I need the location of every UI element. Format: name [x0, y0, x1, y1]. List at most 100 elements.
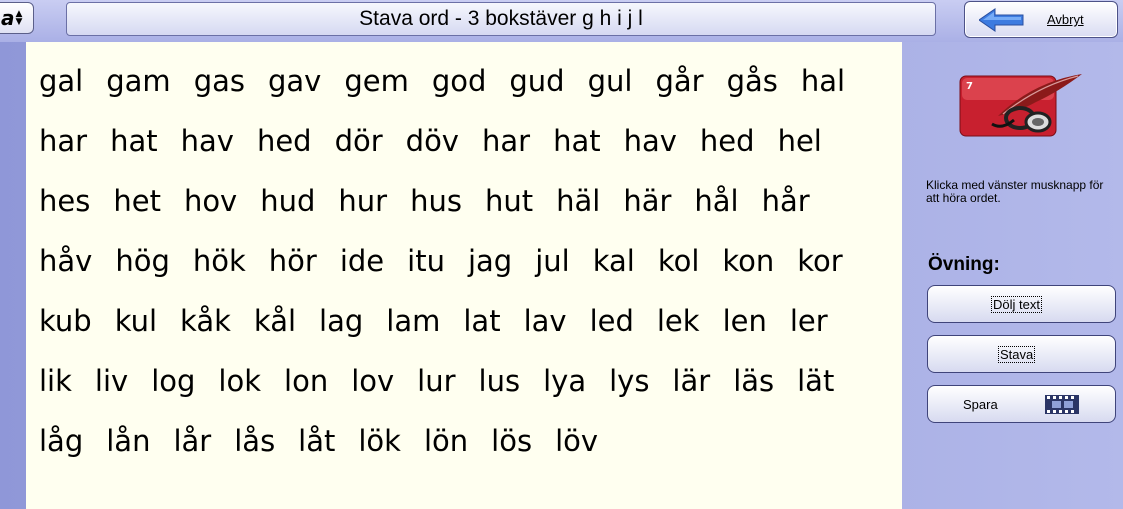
word-item[interactable]: kor [797, 244, 842, 278]
word-row: hes het hov hud hur hus hut häl här hål hår [39, 184, 833, 218]
word-item[interactable]: häl [556, 184, 600, 218]
word-item[interactable]: lur [417, 364, 455, 398]
word-item[interactable]: har [482, 124, 530, 158]
word-item[interactable]: hat [553, 124, 601, 158]
word-item[interactable]: gem [344, 64, 409, 98]
word-item[interactable]: gas [194, 64, 245, 98]
app-logo: 7 [958, 72, 1086, 138]
word-row: har hat hav hed dör döv har hat hav hed hel [39, 124, 845, 158]
word-item[interactable]: kal [593, 244, 635, 278]
word-item[interactable]: gal [39, 64, 83, 98]
word-item[interactable]: lös [491, 424, 532, 458]
word-item[interactable]: jul [535, 244, 570, 278]
word-item[interactable]: lus [479, 364, 521, 398]
word-item[interactable]: hut [485, 184, 533, 218]
word-row: låg lån lår lås låt lök lön lös löv [39, 424, 621, 458]
word-item[interactable]: låt [298, 424, 335, 458]
word-item[interactable]: hök [193, 244, 246, 278]
word-item[interactable]: lya [543, 364, 586, 398]
word-item[interactable]: lån [106, 424, 150, 458]
cancel-label: Avbryt [1047, 12, 1084, 27]
word-item[interactable]: hår [762, 184, 810, 218]
word-item[interactable]: hed [257, 124, 312, 158]
word-item[interactable]: lön [424, 424, 468, 458]
word-item[interactable]: lås [234, 424, 275, 458]
word-item[interactable]: lam [386, 304, 440, 338]
up-down-arrows-icon: ▲ ▼ [15, 9, 23, 27]
word-item[interactable]: lär [672, 364, 710, 398]
word-item[interactable]: itu [407, 244, 445, 278]
word-item[interactable]: liv [95, 364, 128, 398]
word-item[interactable]: lök [358, 424, 401, 458]
word-item[interactable]: hed [700, 124, 755, 158]
word-item[interactable]: lek [657, 304, 700, 338]
word-item[interactable]: gam [106, 64, 170, 98]
hide-text-label: Dölj text [991, 296, 1042, 313]
word-item[interactable]: lår [173, 424, 211, 458]
word-item[interactable]: hav [181, 124, 234, 158]
word-item[interactable]: hör [269, 244, 317, 278]
word-item[interactable]: jag [468, 244, 512, 278]
hide-text-button[interactable]: Dölj text [927, 285, 1116, 323]
spell-label: Stava [997, 346, 1036, 363]
feather-headphones-icon: 7 [959, 74, 1082, 137]
word-item[interactable]: gul [588, 64, 633, 98]
word-item[interactable]: lon [284, 364, 328, 398]
word-item[interactable]: ide [340, 244, 384, 278]
word-item[interactable]: ler [790, 304, 828, 338]
back-arrow-icon [979, 8, 1024, 32]
word-item[interactable]: lik [39, 364, 72, 398]
instruction-text: Klicka med vänster musknapp för att höra… [926, 178, 1104, 205]
word-item[interactable]: led [590, 304, 634, 338]
word-item[interactable]: hel [778, 124, 822, 158]
word-item[interactable]: het [113, 184, 161, 218]
word-item[interactable]: kåk [180, 304, 231, 338]
save-button[interactable]: Spara [927, 385, 1116, 423]
word-item[interactable]: kul [115, 304, 157, 338]
word-item[interactable]: hur [338, 184, 387, 218]
word-item[interactable]: gås [727, 64, 778, 98]
word-item[interactable]: här [623, 184, 671, 218]
word-item[interactable]: lat [463, 304, 500, 338]
word-item[interactable]: kål [254, 304, 296, 338]
top-bar: a ▲ ▼ Stava ord - 3 bokstäver g h i j l A… [0, 0, 1123, 42]
word-item[interactable]: hav [624, 124, 677, 158]
word-row: gal gam gas gav gem god gud gul går gås hal [39, 64, 868, 98]
word-item[interactable]: lav [524, 304, 567, 338]
word-item[interactable]: len [723, 304, 767, 338]
word-item[interactable]: kub [39, 304, 92, 338]
word-item[interactable]: döv [406, 124, 459, 158]
cancel-button[interactable]: Avbryt [964, 1, 1118, 38]
word-item[interactable]: lok [218, 364, 261, 398]
word-item[interactable]: kol [658, 244, 700, 278]
word-item[interactable]: hål [694, 184, 738, 218]
word-item[interactable]: hal [801, 64, 845, 98]
font-letter: a [1, 6, 15, 30]
word-item[interactable]: hov [184, 184, 237, 218]
word-item[interactable]: hes [39, 184, 90, 218]
word-item[interactable]: gav [268, 64, 321, 98]
word-item[interactable]: har [39, 124, 87, 158]
spell-button[interactable]: Stava [927, 335, 1116, 373]
word-item[interactable]: håv [39, 244, 92, 278]
word-item[interactable]: löv [555, 424, 598, 458]
word-item[interactable]: kon [722, 244, 774, 278]
word-item[interactable]: hat [110, 124, 158, 158]
word-item[interactable]: låg [39, 424, 83, 458]
word-item[interactable]: lov [351, 364, 394, 398]
word-item[interactable]: lys [609, 364, 649, 398]
word-item[interactable]: dör [335, 124, 383, 158]
word-item[interactable]: god [432, 64, 487, 98]
word-item[interactable]: log [151, 364, 195, 398]
word-item[interactable]: går [655, 64, 703, 98]
word-item[interactable]: lät [797, 364, 834, 398]
word-item[interactable]: hög [115, 244, 170, 278]
word-list-panel: gal gam gas gav gem god gud gul går gås hal har hat h… [26, 42, 902, 509]
word-item[interactable]: hus [410, 184, 462, 218]
font-select-button[interactable]: a ▲ ▼ [0, 2, 34, 34]
word-item[interactable]: gud [509, 64, 564, 98]
save-label: Spara [963, 397, 998, 412]
word-item[interactable]: hud [260, 184, 315, 218]
word-item[interactable]: läs [733, 364, 774, 398]
word-item[interactable]: lag [319, 304, 363, 338]
